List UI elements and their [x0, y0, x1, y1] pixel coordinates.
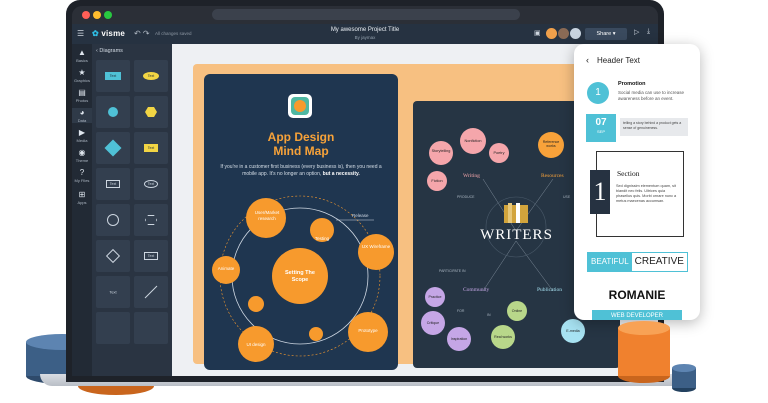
diagram-tile[interactable]	[96, 96, 130, 128]
writers-node-nonfiction: Nonfiction	[464, 139, 482, 143]
writers-node-online: Online	[511, 309, 523, 313]
avatar[interactable]	[570, 28, 581, 39]
back-arrow-icon[interactable]: ‹	[586, 55, 589, 65]
panel-back-button[interactable]: ‹ Diagrams	[96, 48, 123, 54]
writers-branch-resources: Resources	[541, 173, 564, 179]
rail-item-my-files[interactable]: ? My Files	[72, 168, 92, 183]
writers-label-for: FOR	[457, 309, 465, 313]
phone-mockup: ‹ Header Text 1 Promotion Social media ca…	[574, 44, 700, 320]
date-badge: 07 SEP	[586, 114, 616, 142]
phone-header: ‹ Header Text	[586, 55, 640, 65]
star-icon: ★	[78, 68, 86, 77]
writers-node-fiction: Fiction	[431, 179, 443, 183]
shapes-icon: ▲	[78, 48, 86, 57]
pie-icon: ◕	[79, 108, 85, 117]
mindmap-label-testing: Testing	[314, 236, 330, 241]
diagram-tile[interactable]	[134, 96, 168, 128]
promo-number: 1	[587, 82, 609, 104]
mindmap-card[interactable]: App Design Mind Map If you're in a custo…	[204, 74, 398, 370]
writers-node-critique: Critique	[426, 321, 440, 325]
writers-label-use: USE	[563, 195, 571, 199]
rail-item-apps[interactable]: ⊞ Apps	[72, 190, 92, 205]
browser-titlebar	[72, 6, 658, 24]
diagram-tile[interactable]: Text	[134, 240, 168, 272]
writers-label-produce: PRODUCE	[457, 195, 475, 199]
grid-icon: ⊞	[78, 190, 86, 199]
share-button[interactable]: Share ▾	[585, 28, 627, 40]
avatar[interactable]	[558, 28, 569, 39]
section-number: 1	[590, 170, 610, 214]
present-icon[interactable]: ▷	[634, 28, 639, 36]
promo-body: Social media can use to increase awarene…	[618, 90, 685, 101]
writers-branch-writing: Writing	[463, 173, 480, 179]
mindmap-label-animate: Animate	[217, 266, 235, 271]
maximize-window-button[interactable]	[104, 11, 112, 19]
minimize-window-button[interactable]	[93, 11, 101, 19]
writers-branch-community: Community	[463, 287, 490, 293]
section-body: Sed dignissim elementum quam, sit blandi…	[616, 184, 677, 203]
diagram-tile[interactable]	[134, 204, 168, 236]
romanie-text: ROMANIE	[608, 288, 666, 302]
mindmap-label-center: Setting The Scope	[285, 270, 315, 283]
writers-node-practice: Practice	[428, 295, 442, 299]
beatiful-creative-banner: BEATIFUL CREATIVE	[587, 252, 688, 272]
diagram-tile[interactable]: Text	[134, 168, 168, 200]
diagram-tile[interactable]: Text	[96, 276, 130, 308]
rail-item-media[interactable]: ▶ Media	[72, 128, 92, 143]
play-icon: ▶	[78, 128, 86, 137]
mindmap-title-line2: Mind Map	[273, 144, 329, 158]
section-title: Section	[617, 169, 640, 178]
rail-item-basics[interactable]: ▲ Basics	[72, 48, 92, 63]
avatar[interactable]	[546, 28, 557, 39]
diagram-tile[interactable]	[134, 276, 168, 308]
mindmap-node-small	[248, 296, 264, 312]
mindmap-label-wireframe: UX Wireframe	[361, 244, 391, 249]
mindmap-label-ui-design: UI design	[246, 342, 266, 347]
writers-branch-publication: Publication	[537, 287, 563, 293]
notification-icon[interactable]: ▣	[534, 29, 541, 37]
rail-item-graphics[interactable]: ★ Graphics	[72, 68, 92, 83]
diagrams-panel: ‹ Diagrams Text Text Text Text Text Text…	[92, 44, 172, 376]
writers-node-emedia: E-media	[566, 329, 580, 333]
address-bar[interactable]	[212, 9, 520, 20]
marketing-hero: ☰ ✿ visme ↶ ↷ All changes saved My aweso…	[0, 0, 768, 403]
diagram-tile[interactable]	[134, 312, 168, 344]
download-icon[interactable]: ⤓	[647, 28, 650, 36]
mindmap-logo-icon	[288, 94, 312, 118]
rail-item-photos[interactable]: ▤ Photos	[72, 88, 92, 103]
writers-node-real-works: Real works	[494, 335, 512, 339]
diagram-tile[interactable]	[96, 132, 130, 164]
mindmap-node-small	[309, 327, 323, 341]
rail-item-theme[interactable]: ◉ Theme	[72, 148, 92, 163]
promo-title: Promotion	[618, 81, 646, 87]
left-toolbar: ▲ Basics ★ Graphics ▤ Photos ◕ Data ▶ Media ◉…	[72, 44, 92, 376]
diagram-tile[interactable]: Text	[96, 168, 130, 200]
diagram-tile[interactable]	[96, 312, 130, 344]
diagram-tile[interactable]: Text	[134, 132, 168, 164]
diagram-tile[interactable]: Text	[96, 60, 130, 92]
mindmap-title-line1: App Design	[267, 130, 335, 144]
date-text: telling a story behind a product gets a …	[620, 118, 688, 136]
close-window-button[interactable]	[82, 11, 90, 19]
mindmap-label-research: User/Market research	[254, 210, 280, 221]
writers-node-inspiration: Inspiration	[450, 337, 468, 341]
question-icon: ?	[79, 168, 85, 177]
editor-toolbar: ☰ ✿ visme ↶ ↷ All changes saved My aweso…	[72, 24, 658, 44]
diagram-tile[interactable]	[96, 240, 130, 272]
mindmap-label-release: Release	[352, 213, 369, 218]
diagram-tile[interactable]: Text	[134, 60, 168, 92]
rail-item-data[interactable]: ◕ Data	[72, 108, 92, 123]
decorative-props-right	[618, 321, 696, 392]
writers-node-reference: Reference works	[542, 140, 560, 149]
palette-icon: ◉	[78, 148, 86, 157]
mindmap-body: If you're in a customer first business (…	[220, 164, 382, 177]
mindmap-node-wireframe	[358, 234, 394, 270]
writers-label-participate: PARTICIPATE IN	[439, 269, 466, 273]
writers-node-storytelling: Storytelling	[431, 149, 451, 153]
mindmap-label-prototype: Prototype	[358, 328, 378, 333]
writers-node-poetry: Poetry	[493, 151, 505, 155]
writers-label-in: IN	[487, 313, 491, 317]
image-icon: ▤	[78, 88, 86, 97]
diagram-tile[interactable]	[96, 204, 130, 236]
